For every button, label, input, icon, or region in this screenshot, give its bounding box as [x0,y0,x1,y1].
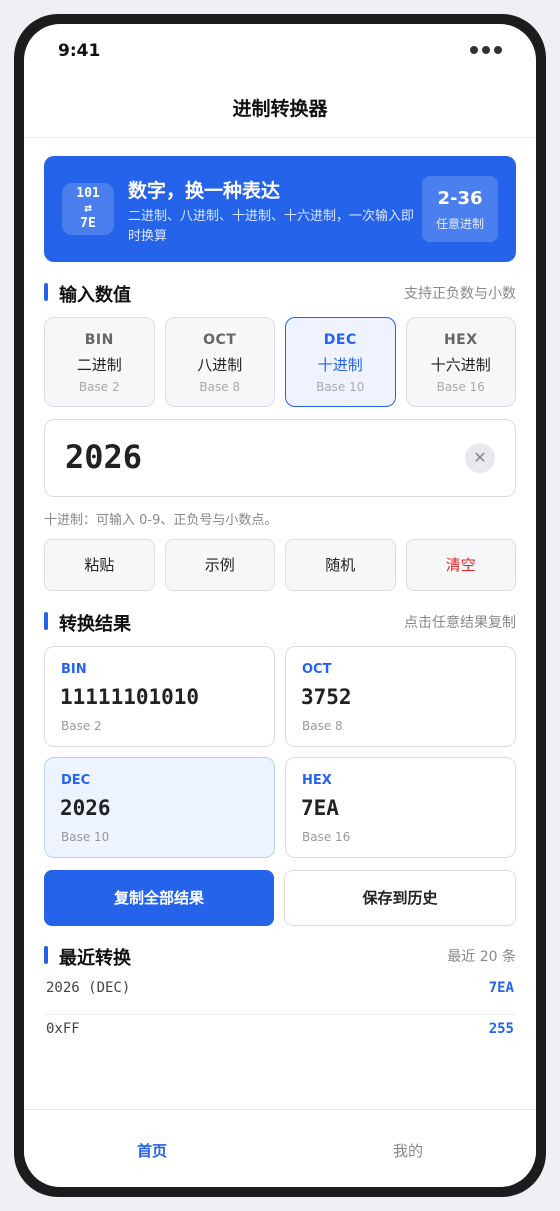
result-card-bin[interactable]: BIN 11111101010 Base 2 [44,646,275,747]
result-card-hex[interactable]: HEX 7EA Base 16 [285,757,516,858]
result-card-dec[interactable]: DEC 2026 Base 10 [44,757,275,858]
action-buttons: 粘贴 示例 随机 清空 [44,539,516,591]
close-icon[interactable]: ✕ [465,443,495,473]
base-badge-icon: 101 ⇄ 7E [62,183,114,235]
screen: 9:41 进制转换器 101 ⇄ 7E 数字，换一种表达 二进制、八进制、十进制… [24,24,536,1187]
tab-bar: 首页 我的 [24,1109,536,1187]
base-option-oct[interactable]: OCT 八进制 Base 8 [164,317,275,407]
base-option-hex[interactable]: HEX 十六进制 Base 16 [405,317,516,407]
section-hint: 最近 20 条 [447,949,516,965]
device-frame: 9:41 进制转换器 101 ⇄ 7E 数字，换一种表达 二进制、八进制、十进制… [14,14,546,1197]
base-option-dec[interactable]: DEC 十进制 Base 10 [285,317,396,407]
section-hint: 支持正负数与小数 [404,286,516,302]
copy-all-button[interactable]: 复制全部结果 [44,870,274,926]
paste-button[interactable]: 粘贴 [44,539,155,591]
history-list: 2026 (DEC) 7EA 0xFF 255 [44,974,516,1056]
status-bar: 9:41 [24,24,536,80]
input-value[interactable]: 2026 [65,438,142,476]
tab-mine[interactable]: 我的 [280,1110,536,1187]
result-actions: 复制全部结果 保存到历史 [44,870,516,926]
history-item[interactable]: 2026 (DEC) 7EA [44,974,516,1015]
hero-headline: 数字，换一种表达 [128,180,281,202]
input-section-header: 输入数值 支持正负数与小数 [44,281,516,306]
clear-button[interactable]: 清空 [405,539,516,591]
base-option-bin[interactable]: BIN 二进制 Base 2 [44,317,155,407]
example-button[interactable]: 示例 [164,539,275,591]
random-button[interactable]: 随机 [285,539,396,591]
section-hint: 点击任意结果复制 [404,615,516,631]
hero-subtitle: 二进制、八进制、十进制、十六进制，一次输入即时换算 [128,209,415,244]
range-badge: 2-36 任意进制 [422,176,498,242]
tab-home[interactable]: 首页 [24,1110,280,1187]
number-input[interactable]: 2026 ✕ [44,419,516,497]
results-grid: BIN 11111101010 Base 2 OCT 3752 Base 8 D… [44,646,516,858]
history-section-header: 最近转换 最近 20 条 [44,944,516,969]
status-time: 9:41 [58,41,101,61]
page-title: 进制转换器 [232,98,328,120]
hero-banner: 101 ⇄ 7E 数字，换一种表达 二进制、八进制、十进制、十六进制，一次输入即… [44,156,516,262]
section-title: 最近转换 [59,948,131,969]
section-title: 转换结果 [59,614,131,635]
results-section-header: 转换结果 点击任意结果复制 [44,610,516,635]
nav-bar: 进制转换器 [24,80,536,138]
history-item[interactable]: 0xFF 255 [44,1015,516,1056]
section-title: 输入数值 [59,285,131,306]
save-history-button[interactable]: 保存到历史 [284,870,516,926]
base-selector: BIN 二进制 Base 2 OCT 八进制 Base 8 DEC 十进制 Ba… [44,317,516,407]
more-icon[interactable] [470,46,502,54]
input-help-text: 十进制：可输入 0-9、正负号与小数点。 [44,513,278,528]
result-card-oct[interactable]: OCT 3752 Base 8 [285,646,516,747]
